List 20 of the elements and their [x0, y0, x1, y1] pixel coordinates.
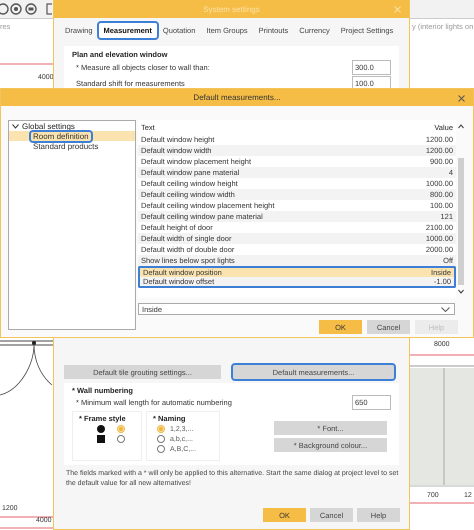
chevron-down-icon: [441, 306, 450, 312]
radio-button[interactable]: [157, 425, 165, 433]
tree-item-row[interactable]: Standard products: [9, 141, 135, 151]
tree-item[interactable]: Standard products: [31, 142, 100, 150]
window-title: System settings: [203, 4, 260, 14]
radio-button[interactable]: [117, 425, 125, 433]
zoom-icon[interactable]: [10, 3, 22, 15]
radio-button[interactable]: [157, 435, 165, 443]
tree-item[interactable]: Global settings: [22, 122, 75, 131]
circle-frame-icon: [97, 425, 105, 433]
close-icon[interactable]: [458, 95, 465, 102]
square-frame-icon: [97, 435, 105, 443]
zoom-icon[interactable]: [25, 3, 37, 15]
window-icon[interactable]: [46, 3, 52, 15]
radio-button[interactable]: [117, 435, 125, 443]
radio-button[interactable]: [157, 445, 165, 453]
tree-item-row[interactable]: Room definition: [9, 131, 135, 141]
window-title: Default measurements...: [193, 93, 281, 102]
chevron-icon[interactable]: [12, 124, 19, 129]
tree-item[interactable]: Room definition: [31, 132, 91, 140]
